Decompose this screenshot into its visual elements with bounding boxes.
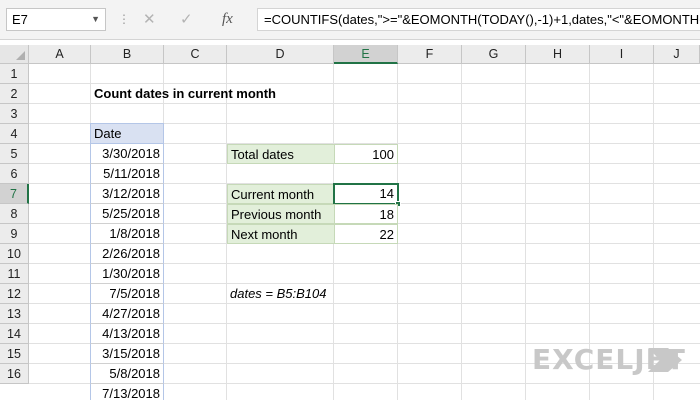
row-header[interactable]: 16 [0,364,29,384]
date-cell[interactable]: 7/5/2018 [90,284,164,304]
next-month-label[interactable]: Next month [227,224,335,244]
date-header-cell[interactable]: Date [90,123,164,144]
previous-month-value[interactable]: 18 [334,204,398,224]
row-header[interactable]: 6 [0,164,29,184]
gridline [461,64,462,400]
name-box[interactable]: E7 ▼ [6,8,106,31]
column-header[interactable]: D [227,45,334,64]
row-header[interactable]: 15 [0,344,29,364]
formula-bar-buttons: ✕ ✓ fx [138,8,248,31]
enter-icon[interactable]: ✓ [180,8,193,31]
column-header[interactable]: F [398,45,462,64]
current-month-label[interactable]: Current month [227,184,335,204]
column-header[interactable]: A [29,45,91,64]
insert-function-icon[interactable]: fx [222,8,233,31]
row-header[interactable]: 5 [0,144,29,164]
cancel-icon[interactable]: ✕ [143,8,156,31]
date-cell[interactable]: 1/8/2018 [90,224,164,244]
date-cell[interactable]: 3/30/2018 [90,144,164,164]
current-month-value[interactable]: 14 [333,183,399,205]
total-dates-label[interactable]: Total dates [227,144,335,164]
column-header[interactable]: J [654,45,700,64]
column-header-selected[interactable]: E [334,45,398,64]
column-header[interactable]: H [526,45,590,64]
date-cell[interactable]: 7/13/2018 [90,384,164,400]
date-cell[interactable]: 5/25/2018 [90,204,164,224]
row-header-selected[interactable]: 7 [0,184,29,204]
row-header[interactable]: 12 [0,284,29,304]
date-cell[interactable]: 3/15/2018 [90,344,164,364]
gridline [525,64,526,400]
name-box-value: E7 [12,12,28,27]
named-range-note[interactable]: dates = B5:B104 [227,284,330,304]
total-dates-value[interactable]: 100 [334,144,398,164]
row-header[interactable]: 1 [0,64,29,84]
column-header[interactable]: G [462,45,526,64]
column-header[interactable]: B [91,45,164,64]
sheet-title[interactable]: Count dates in current month [91,84,279,104]
row-header[interactable]: 9 [0,224,29,244]
exceljet-logo-icon [648,348,682,372]
select-all-corner[interactable] [0,45,29,64]
date-cell[interactable]: 4/27/2018 [90,304,164,324]
date-cell[interactable]: 2/26/2018 [90,244,164,264]
previous-month-label[interactable]: Previous month [227,204,335,224]
column-header[interactable]: I [590,45,654,64]
row-header[interactable]: 10 [0,244,29,264]
row-header[interactable]: 3 [0,104,29,124]
date-cell[interactable]: 4/13/2018 [90,324,164,344]
date-cell[interactable]: 5/11/2018 [90,164,164,184]
row-header[interactable]: 14 [0,324,29,344]
row-header[interactable]: 2 [0,84,29,104]
date-cell[interactable]: 1/30/2018 [90,264,164,284]
row-header[interactable]: 8 [0,204,29,224]
chevron-down-icon[interactable]: ▼ [91,9,100,30]
row-header[interactable]: 11 [0,264,29,284]
date-cell[interactable]: 3/12/2018 [90,184,164,204]
date-cell[interactable]: 5/8/2018 [90,364,164,384]
formula-bar-grip-icon: ⋮ [118,12,130,26]
next-month-value[interactable]: 22 [334,224,398,244]
formula-input[interactable]: =COUNTIFS(dates,">="&EOMONTH(TODAY(),-1)… [257,8,700,31]
row-header[interactable]: 13 [0,304,29,324]
column-header[interactable]: C [164,45,227,64]
row-header[interactable]: 4 [0,124,29,144]
formula-bar: E7 ▼ ⋮ ✕ ✓ fx =COUNTIFS(dates,">="&EOMON… [0,0,700,40]
